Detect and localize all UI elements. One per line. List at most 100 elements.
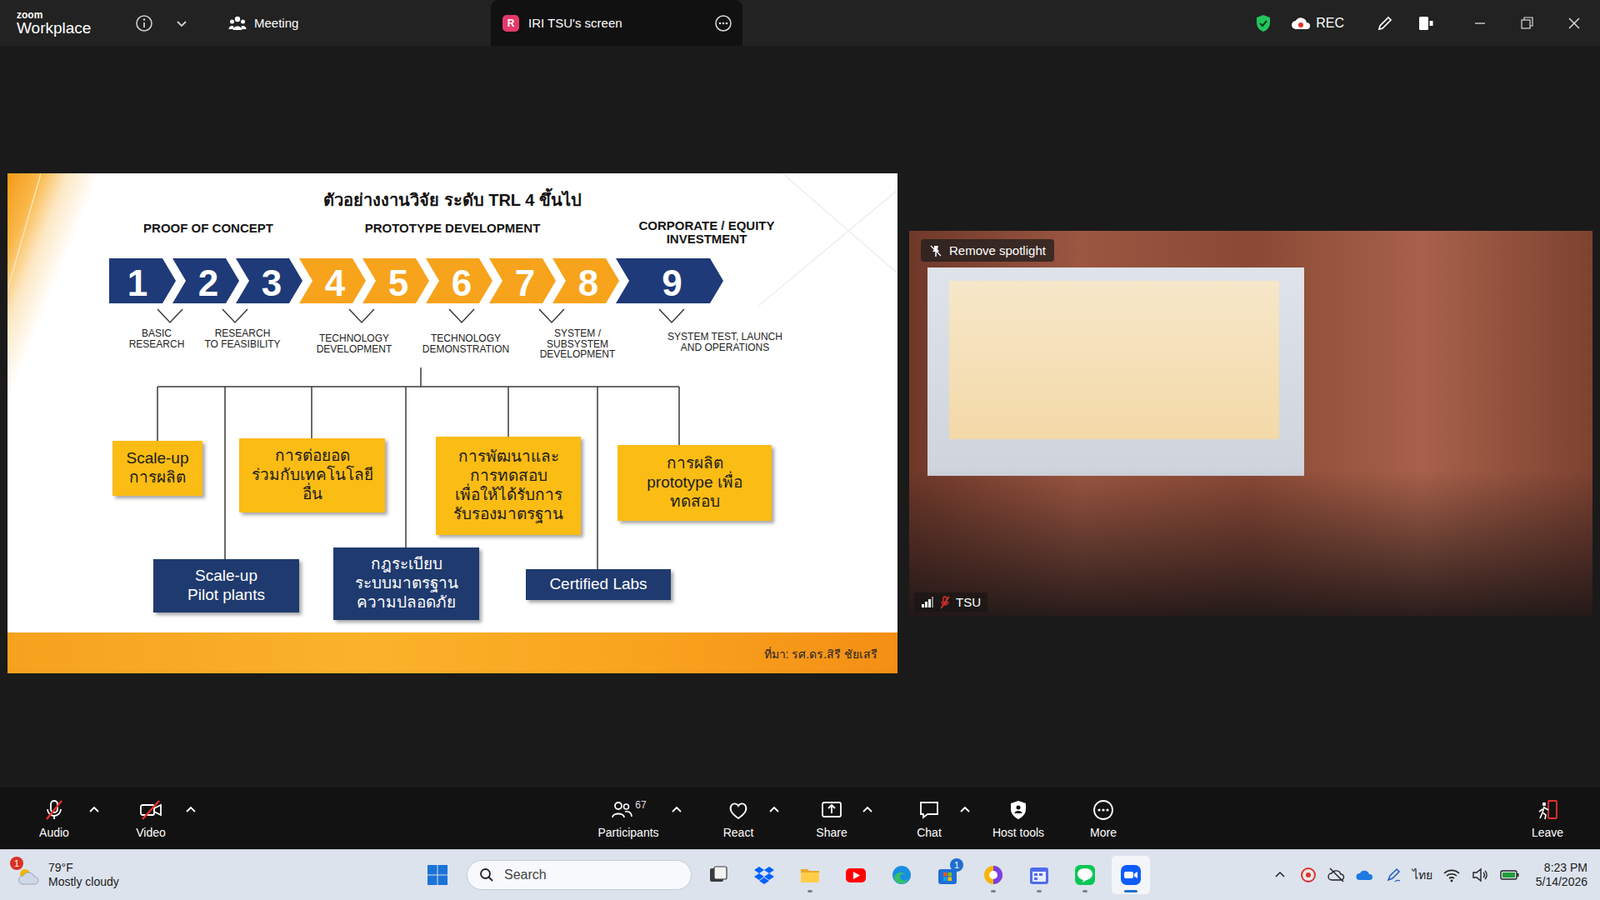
svg-text:4: 4: [325, 262, 346, 304]
show-hidden-icons-icon[interactable]: [1270, 865, 1290, 885]
taskbar-app[interactable]: [790, 855, 830, 895]
windows-taskbar: 1 79°F Mostly cloudy Search 1 ไทย 8:23 P…: [0, 849, 1600, 900]
menu-caret-icon[interactable]: [184, 798, 198, 822]
edge-icon: [890, 864, 913, 886]
taskbar-search[interactable]: Search: [466, 860, 692, 890]
trl-level: 9: [615, 258, 724, 304]
shield-icon: [1006, 798, 1030, 822]
recording-indicator[interactable]: REC: [1290, 15, 1345, 31]
shared-screen-tab[interactable]: R IRI TSU's screen: [490, 0, 743, 46]
more-icon[interactable]: [714, 14, 733, 33]
svg-text:1: 1: [127, 262, 148, 304]
more-icon: [1091, 798, 1115, 822]
line-messenger-icon: [1074, 864, 1096, 886]
battery-icon[interactable]: [1499, 865, 1521, 885]
meeting-tab[interactable]: Meeting: [228, 14, 299, 33]
menu-caret-icon[interactable]: [958, 798, 972, 822]
menu-caret-icon[interactable]: [860, 798, 875, 822]
running-indicator: [990, 890, 996, 893]
share-button[interactable]: Share: [802, 798, 861, 840]
example-box: Certified Labs: [525, 569, 671, 600]
wifi-icon[interactable]: [1442, 865, 1461, 885]
system-tray: ไทย 8:23 PM 5/14/2026: [1270, 860, 1588, 890]
trl-level: 8: [552, 258, 620, 304]
close-icon[interactable]: [1557, 13, 1591, 34]
speaker-icon[interactable]: [1470, 865, 1490, 885]
assistant-icon: [982, 864, 1005, 886]
youtube-icon: [845, 864, 867, 886]
encryption-shield-icon[interactable]: [1253, 13, 1274, 34]
magnifier-icon: [479, 867, 495, 883]
stage-label: RESEARCHTO FEASIBILITY: [194, 328, 291, 350]
zoom-logo: zoom Workplace: [16, 10, 117, 36]
running-indicator: [807, 890, 813, 893]
start-button[interactable]: [420, 856, 455, 894]
restore-icon[interactable]: [1510, 13, 1544, 34]
title-left: zoom Workplace Meeting: [0, 10, 491, 36]
video-button[interactable]: Video: [117, 798, 185, 840]
trl-scale: 123456789: [109, 258, 724, 304]
example-box: กฎระเบียบระบบมาตรฐานความปลอดภัย: [333, 547, 480, 620]
participants-icon: [610, 798, 634, 822]
input-language[interactable]: ไทย: [1412, 865, 1433, 885]
trl-level: 2: [172, 258, 240, 304]
meeting-stage: ตัวอย่างงานวิจัย ระดับ TRL 4 ขึ้นไป PROO…: [0, 45, 1600, 788]
speaker-video: [909, 230, 1593, 616]
antivirus-icon[interactable]: [1299, 865, 1318, 885]
leave-icon: [1535, 798, 1560, 822]
taskbar-app[interactable]: [699, 855, 738, 895]
stage-label: SYSTEM /SUBSYSTEMDEVELOPMENT: [531, 328, 624, 360]
weather-widget[interactable]: 1 79°F Mostly cloudy: [15, 860, 149, 890]
taskbar-app[interactable]: [882, 855, 921, 895]
remove-spotlight-button[interactable]: Remove spotlight: [920, 239, 1055, 262]
clock[interactable]: 8:23 PM 5/14/2026: [1535, 860, 1588, 890]
menu-caret-icon[interactable]: [670, 798, 684, 822]
taskbar-app[interactable]: [1020, 855, 1059, 895]
sync-off-icon[interactable]: [1327, 865, 1346, 885]
minimize-icon[interactable]: [1463, 13, 1497, 34]
chevron-down-icon[interactable]: [175, 16, 189, 30]
people-icon: [228, 14, 247, 33]
onedrive-icon[interactable]: [1355, 865, 1375, 885]
trl-level: 6: [425, 258, 493, 304]
view-switch-icon[interactable]: [1409, 13, 1443, 34]
svg-text:6: 6: [451, 262, 472, 304]
info-icon[interactable]: [135, 14, 154, 33]
cloud-record-icon: [1290, 15, 1311, 31]
stage-label: TECHNOLOGYDEMONSTRATION: [415, 333, 516, 355]
camera-icon: [139, 798, 163, 822]
slide-source: ที่มา: รศ.ดร.สิรี ชัยเสรี: [764, 645, 878, 664]
pen-input-icon[interactable]: [1384, 865, 1403, 885]
react-button[interactable]: React: [709, 798, 768, 840]
more-button[interactable]: More: [1074, 798, 1133, 840]
app-badge: 1: [950, 858, 964, 872]
heart-icon: [726, 798, 750, 822]
tab-badge: R: [502, 15, 520, 32]
host-button[interactable]: Host tools: [980, 798, 1056, 840]
title-right: REC: [1253, 13, 1600, 34]
svg-text:3: 3: [261, 262, 282, 304]
audio-button[interactable]: Audio: [20, 798, 88, 840]
slide-title: ตัวอย่างงานวิจัย ระดับ TRL 4 ขึ้นไป: [160, 186, 745, 214]
taskbar-app[interactable]: 1: [928, 855, 967, 895]
participants-button[interactable]: 67 Participants: [586, 798, 670, 840]
taskbar-app[interactable]: [745, 855, 784, 895]
zoom-app-icon: [1120, 864, 1142, 886]
menu-caret-icon[interactable]: [767, 798, 781, 822]
annotate-pencil-icon[interactable]: [1368, 13, 1402, 34]
example-box: Scale-upการผลิต: [112, 440, 203, 496]
taskbar-app[interactable]: [1065, 855, 1105, 895]
taskbar-app[interactable]: [836, 855, 875, 895]
stage-label: TECHNOLOGYDEVELOPMENT: [308, 333, 400, 355]
chat-icon: [917, 798, 941, 822]
taskbar-app[interactable]: [974, 855, 1013, 895]
video-tile[interactable]: Remove spotlight TSU: [909, 230, 1593, 616]
example-box: การผลิตprototype เพื่อทดสอบ: [617, 445, 772, 521]
menu-caret-icon[interactable]: [87, 798, 101, 822]
chat-button[interactable]: Chat: [900, 798, 959, 840]
svg-text:2: 2: [198, 262, 219, 304]
participant-nametag: TSU: [914, 592, 988, 612]
taskbar-app[interactable]: [1111, 855, 1150, 895]
running-indicator: [1036, 890, 1042, 893]
leave-button[interactable]: Leave: [1514, 798, 1581, 840]
